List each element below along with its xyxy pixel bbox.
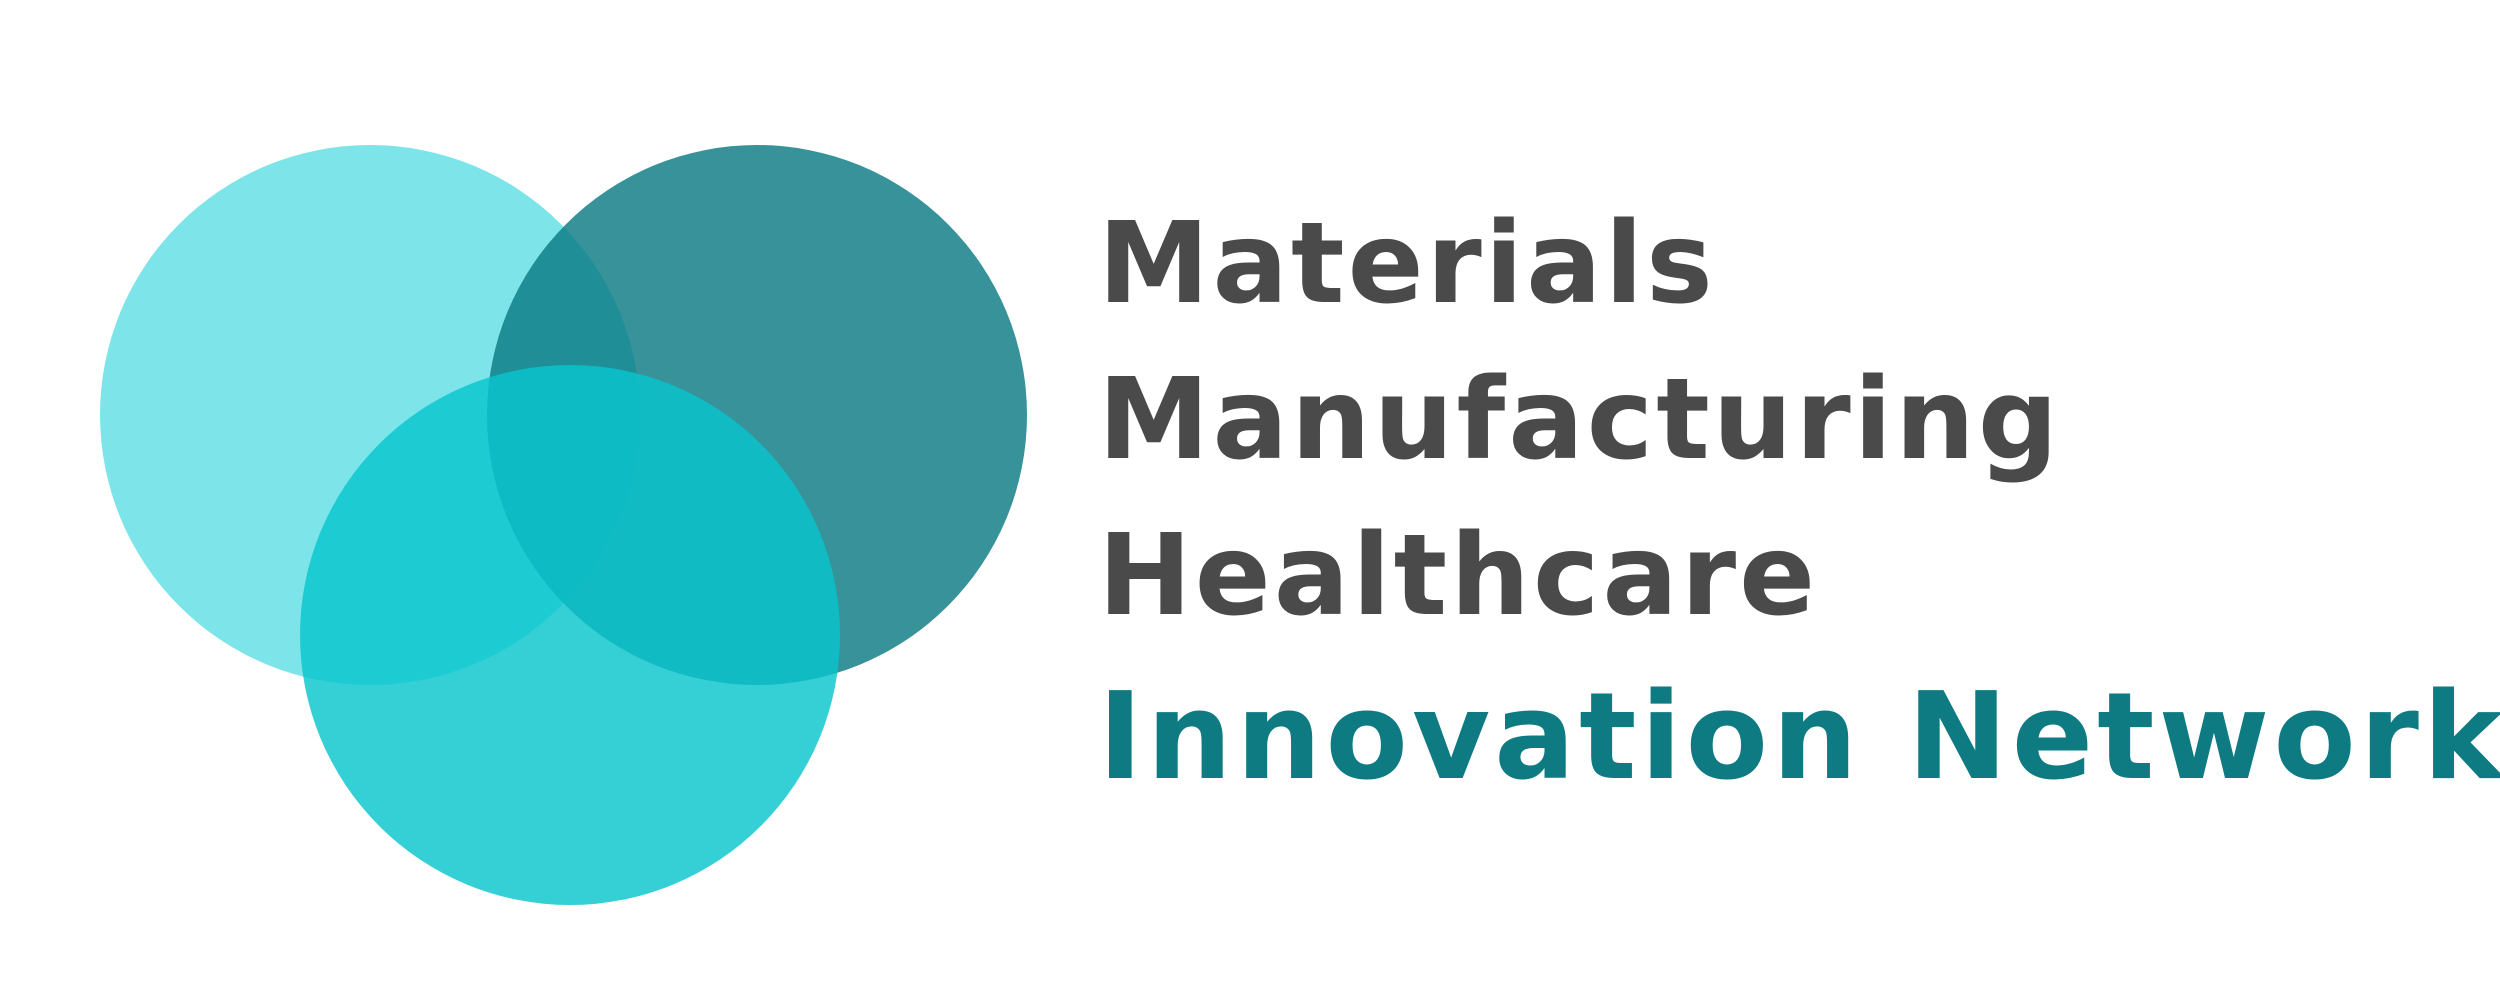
logo-canvas: Materials Manufacturing Healthcare Innov… — [0, 0, 2500, 1000]
wordmark: Materials Manufacturing Healthcare Innov… — [1098, 186, 2500, 822]
wordmark-line-healthcare: Healthcare — [1098, 511, 1819, 641]
venn-circles-logo — [100, 145, 1027, 905]
wordmark-line-innovation-network: Innovation Network — [1098, 668, 2500, 807]
cyan-circle — [300, 365, 840, 905]
wordmark-line-manufacturing: Manufacturing — [1098, 355, 2061, 485]
wordmark-line-materials: Materials — [1098, 199, 1716, 329]
